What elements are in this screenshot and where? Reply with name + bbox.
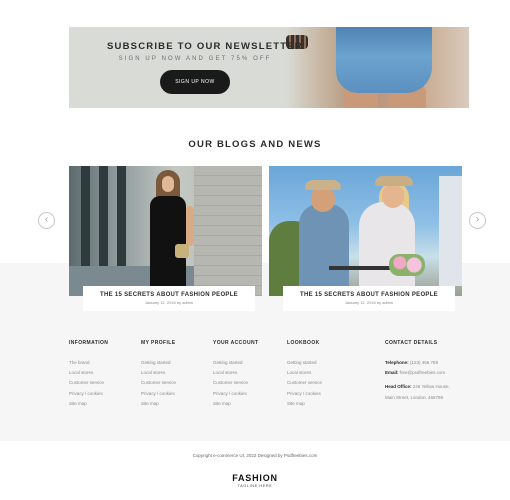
office-address-1: 246 Yellow House,: [412, 384, 450, 390]
footer-column-heading: CONTACT DETAILS: [385, 340, 438, 346]
blog-section-title: OUR BLOGS AND NEWS: [188, 139, 322, 150]
brand-logo[interactable]: FASHION: [0, 473, 510, 483]
footer-link[interactable]: Getting started: [141, 358, 176, 368]
footer-link[interactable]: Getting started: [287, 358, 322, 368]
footer-column-lookbook: LOOKBOOK Getting started Local stores Cu…: [287, 340, 322, 409]
blog-post-image-1[interactable]: [69, 166, 262, 296]
woman-figure: [359, 202, 415, 296]
footer-column-heading: LOOKBOOK: [287, 340, 320, 346]
footer-link[interactable]: Customer service: [141, 378, 176, 388]
blog-card-caption-2[interactable]: THE 15 SECRETS ABOUT FASHION PEOPLE Janu…: [283, 286, 455, 311]
stone-wall: [194, 166, 262, 296]
woman-head: [382, 184, 404, 208]
email-label: Email:: [385, 370, 399, 376]
carousel-next-icon[interactable]: ›: [469, 212, 486, 229]
telephone-line: Telephone: (123) 456 789: [385, 358, 450, 368]
blog-post-title[interactable]: THE 15 SECRETS ABOUT FASHION PEOPLE: [283, 292, 455, 298]
blog-post-title[interactable]: THE 15 SECRETS ABOUT FASHION PEOPLE: [83, 292, 255, 298]
carousel-prev-icon[interactable]: ‹: [38, 212, 55, 229]
footer-link[interactable]: Site map: [213, 399, 258, 409]
footer-link[interactable]: Customer service: [287, 378, 322, 388]
footer-link[interactable]: Site map: [141, 399, 176, 409]
footer-column-information: INFORMATION The brand Local stores Custo…: [69, 340, 108, 409]
newsletter-photo: [286, 27, 469, 108]
building: [439, 176, 462, 286]
footer-link[interactable]: Local stores: [287, 368, 322, 378]
footer-link[interactable]: The brand: [69, 358, 108, 368]
footer-link[interactable]: Site map: [287, 399, 322, 409]
man-hat: [305, 180, 341, 190]
office-label: Head Office:: [385, 384, 412, 390]
footer-link[interactable]: Privacy / cookies: [213, 389, 258, 399]
footer-column-my-profile: MY PROFILE Getting started Local stores …: [141, 340, 176, 409]
sign-up-button[interactable]: SIGN UP NOW: [160, 70, 230, 94]
blog-post-image-2[interactable]: [269, 166, 462, 296]
footer-link[interactable]: Local stores: [141, 368, 176, 378]
newsletter-title: SUBSCRIBE TO OUR NEWSLETTER: [107, 41, 303, 52]
handbag: [175, 244, 189, 258]
footer-column-heading: YOUR ACCOUNT: [213, 340, 259, 346]
footer-link[interactable]: Customer service: [213, 378, 258, 388]
footer-link[interactable]: Getting started: [213, 358, 258, 368]
man-figure: [299, 204, 349, 296]
model-arm: [186, 206, 194, 246]
footer-link[interactable]: Privacy / cookies: [141, 389, 176, 399]
blog-card-caption-1[interactable]: THE 15 SECRETS ABOUT FASHION PEOPLE Janu…: [83, 286, 255, 311]
footer-link[interactable]: Privacy / cookies: [69, 389, 108, 399]
email-value[interactable]: free@psdfreebies.com: [400, 370, 445, 375]
flower-basket: [389, 254, 425, 276]
footer-link[interactable]: Site map: [69, 399, 108, 409]
footer-column-contact: CONTACT DETAILS Telephone: (123) 456 789…: [385, 340, 450, 403]
footer-column-heading: MY PROFILE: [141, 340, 176, 346]
footer-column-your-account: YOUR ACCOUNT Getting started Local store…: [213, 340, 258, 409]
footer-link[interactable]: Customer service: [69, 378, 108, 388]
office-address-2: Main Street, London, 456789: [385, 394, 444, 400]
footer-link[interactable]: Privacy / cookies: [287, 389, 322, 399]
brand-tagline: TAGLINE HERE: [237, 484, 273, 488]
blog-post-meta: January 12, 2015 by admin: [344, 300, 394, 305]
office-line: Head Office: 246 Yellow House,: [385, 382, 450, 392]
blog-post-meta: January 12, 2015 by admin: [144, 300, 194, 305]
telephone-value[interactable]: (123) 456 789: [410, 360, 438, 365]
footer-link[interactable]: Local stores: [69, 368, 108, 378]
footer-column-heading: INFORMATION: [69, 340, 109, 346]
email-line: Email: free@psdfreebies.com: [385, 368, 450, 378]
copyright-text: Copyright e-commerce UI, 2022 Designed b…: [192, 453, 318, 458]
woman-hat: [375, 176, 413, 186]
newsletter-subtitle: SIGN UP NOW AND GET 75% OFF: [118, 56, 272, 62]
newsletter-banner: SUBSCRIBE TO OUR NEWSLETTER SIGN UP NOW …: [69, 27, 469, 108]
telephone-label: Telephone:: [385, 360, 409, 365]
denim-shorts: [336, 27, 432, 93]
model-face: [162, 176, 174, 192]
footer-link[interactable]: Local stores: [213, 368, 258, 378]
